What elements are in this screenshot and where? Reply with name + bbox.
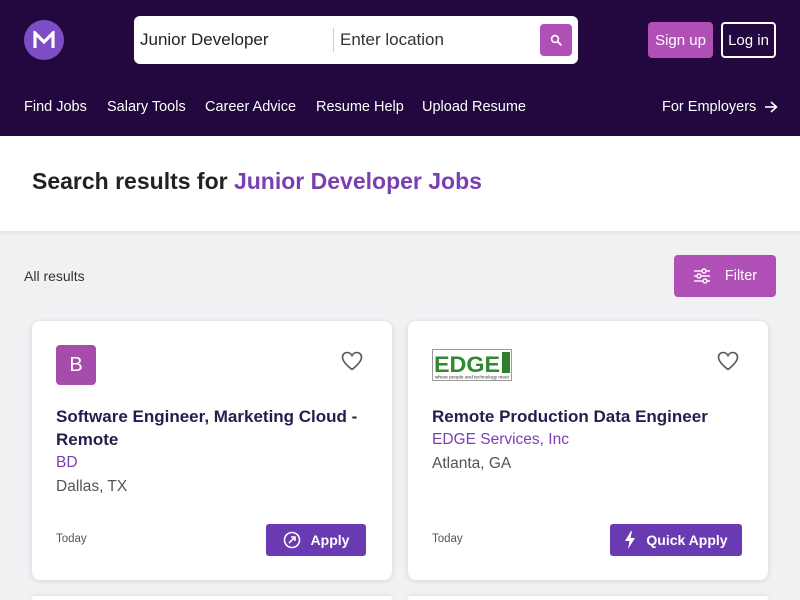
keyword-input[interactable] (134, 16, 332, 64)
heart-icon[interactable] (716, 349, 740, 373)
edge-logo-text: EDGE (434, 352, 500, 377)
search-bar (134, 16, 578, 64)
job-title[interactable]: Software Engineer, Marketing Cloud - Rem… (56, 405, 366, 451)
nav-salary-tools[interactable]: Salary Tools (107, 99, 186, 115)
apply-label: Apply (310, 532, 350, 548)
location-input[interactable] (334, 16, 534, 64)
job-location: Dallas, TX (56, 478, 128, 495)
search-icon (550, 34, 562, 46)
company-name[interactable]: BD (56, 454, 78, 472)
top-header: Sign up Log in Find Jobs Salary Tools Ca… (0, 0, 800, 136)
job-card[interactable]: B Software Engineer, Marketing Cloud - R… (32, 321, 392, 580)
lightning-icon (625, 531, 636, 549)
external-link-icon (283, 531, 300, 549)
for-employers-link[interactable]: For Employers (662, 99, 778, 115)
nav-career-advice[interactable]: Career Advice (205, 99, 296, 115)
for-employers-label: For Employers (662, 99, 757, 115)
company-logo: B (56, 345, 96, 385)
posted-date: Today (432, 533, 463, 545)
page-title-keyword: Junior Developer Jobs (233, 168, 482, 194)
posted-date: Today (56, 533, 87, 545)
job-card[interactable]: EDGE where people and technology meet Re… (408, 321, 768, 580)
arrow-right-icon (765, 101, 778, 113)
nav-find-jobs[interactable]: Find Jobs (24, 99, 87, 115)
job-card-partial (408, 596, 768, 600)
page-title: Search results for Junior Developer Jobs (32, 168, 482, 195)
search-button[interactable] (540, 24, 572, 56)
job-location: Atlanta, GA (432, 455, 512, 472)
company-logo: EDGE where people and technology meet (432, 349, 512, 381)
filter-button[interactable]: Filter (674, 255, 776, 297)
edge-logo-tagline: where people and technology meet (435, 375, 510, 380)
filter-label: Filter (724, 268, 758, 284)
nav-resume-help[interactable]: Resume Help (316, 99, 404, 115)
quick-apply-button[interactable]: Quick Apply (610, 524, 742, 556)
heart-icon[interactable] (340, 349, 364, 373)
logo-m-icon (33, 31, 55, 48)
apply-button[interactable]: Apply (266, 524, 366, 556)
login-button[interactable]: Log in (721, 22, 776, 58)
site-logo[interactable] (24, 20, 64, 60)
quick-apply-label: Quick Apply (646, 532, 728, 548)
nav-upload-resume[interactable]: Upload Resume (422, 99, 526, 115)
job-title[interactable]: Remote Production Data Engineer (432, 405, 742, 428)
job-card-partial (32, 596, 392, 600)
all-results-label: All results (24, 268, 85, 284)
signup-button[interactable]: Sign up (648, 22, 713, 58)
page-title-prefix: Search results for (32, 168, 234, 194)
company-name[interactable]: EDGE Services, Inc (432, 431, 569, 449)
sliders-icon (693, 268, 710, 284)
